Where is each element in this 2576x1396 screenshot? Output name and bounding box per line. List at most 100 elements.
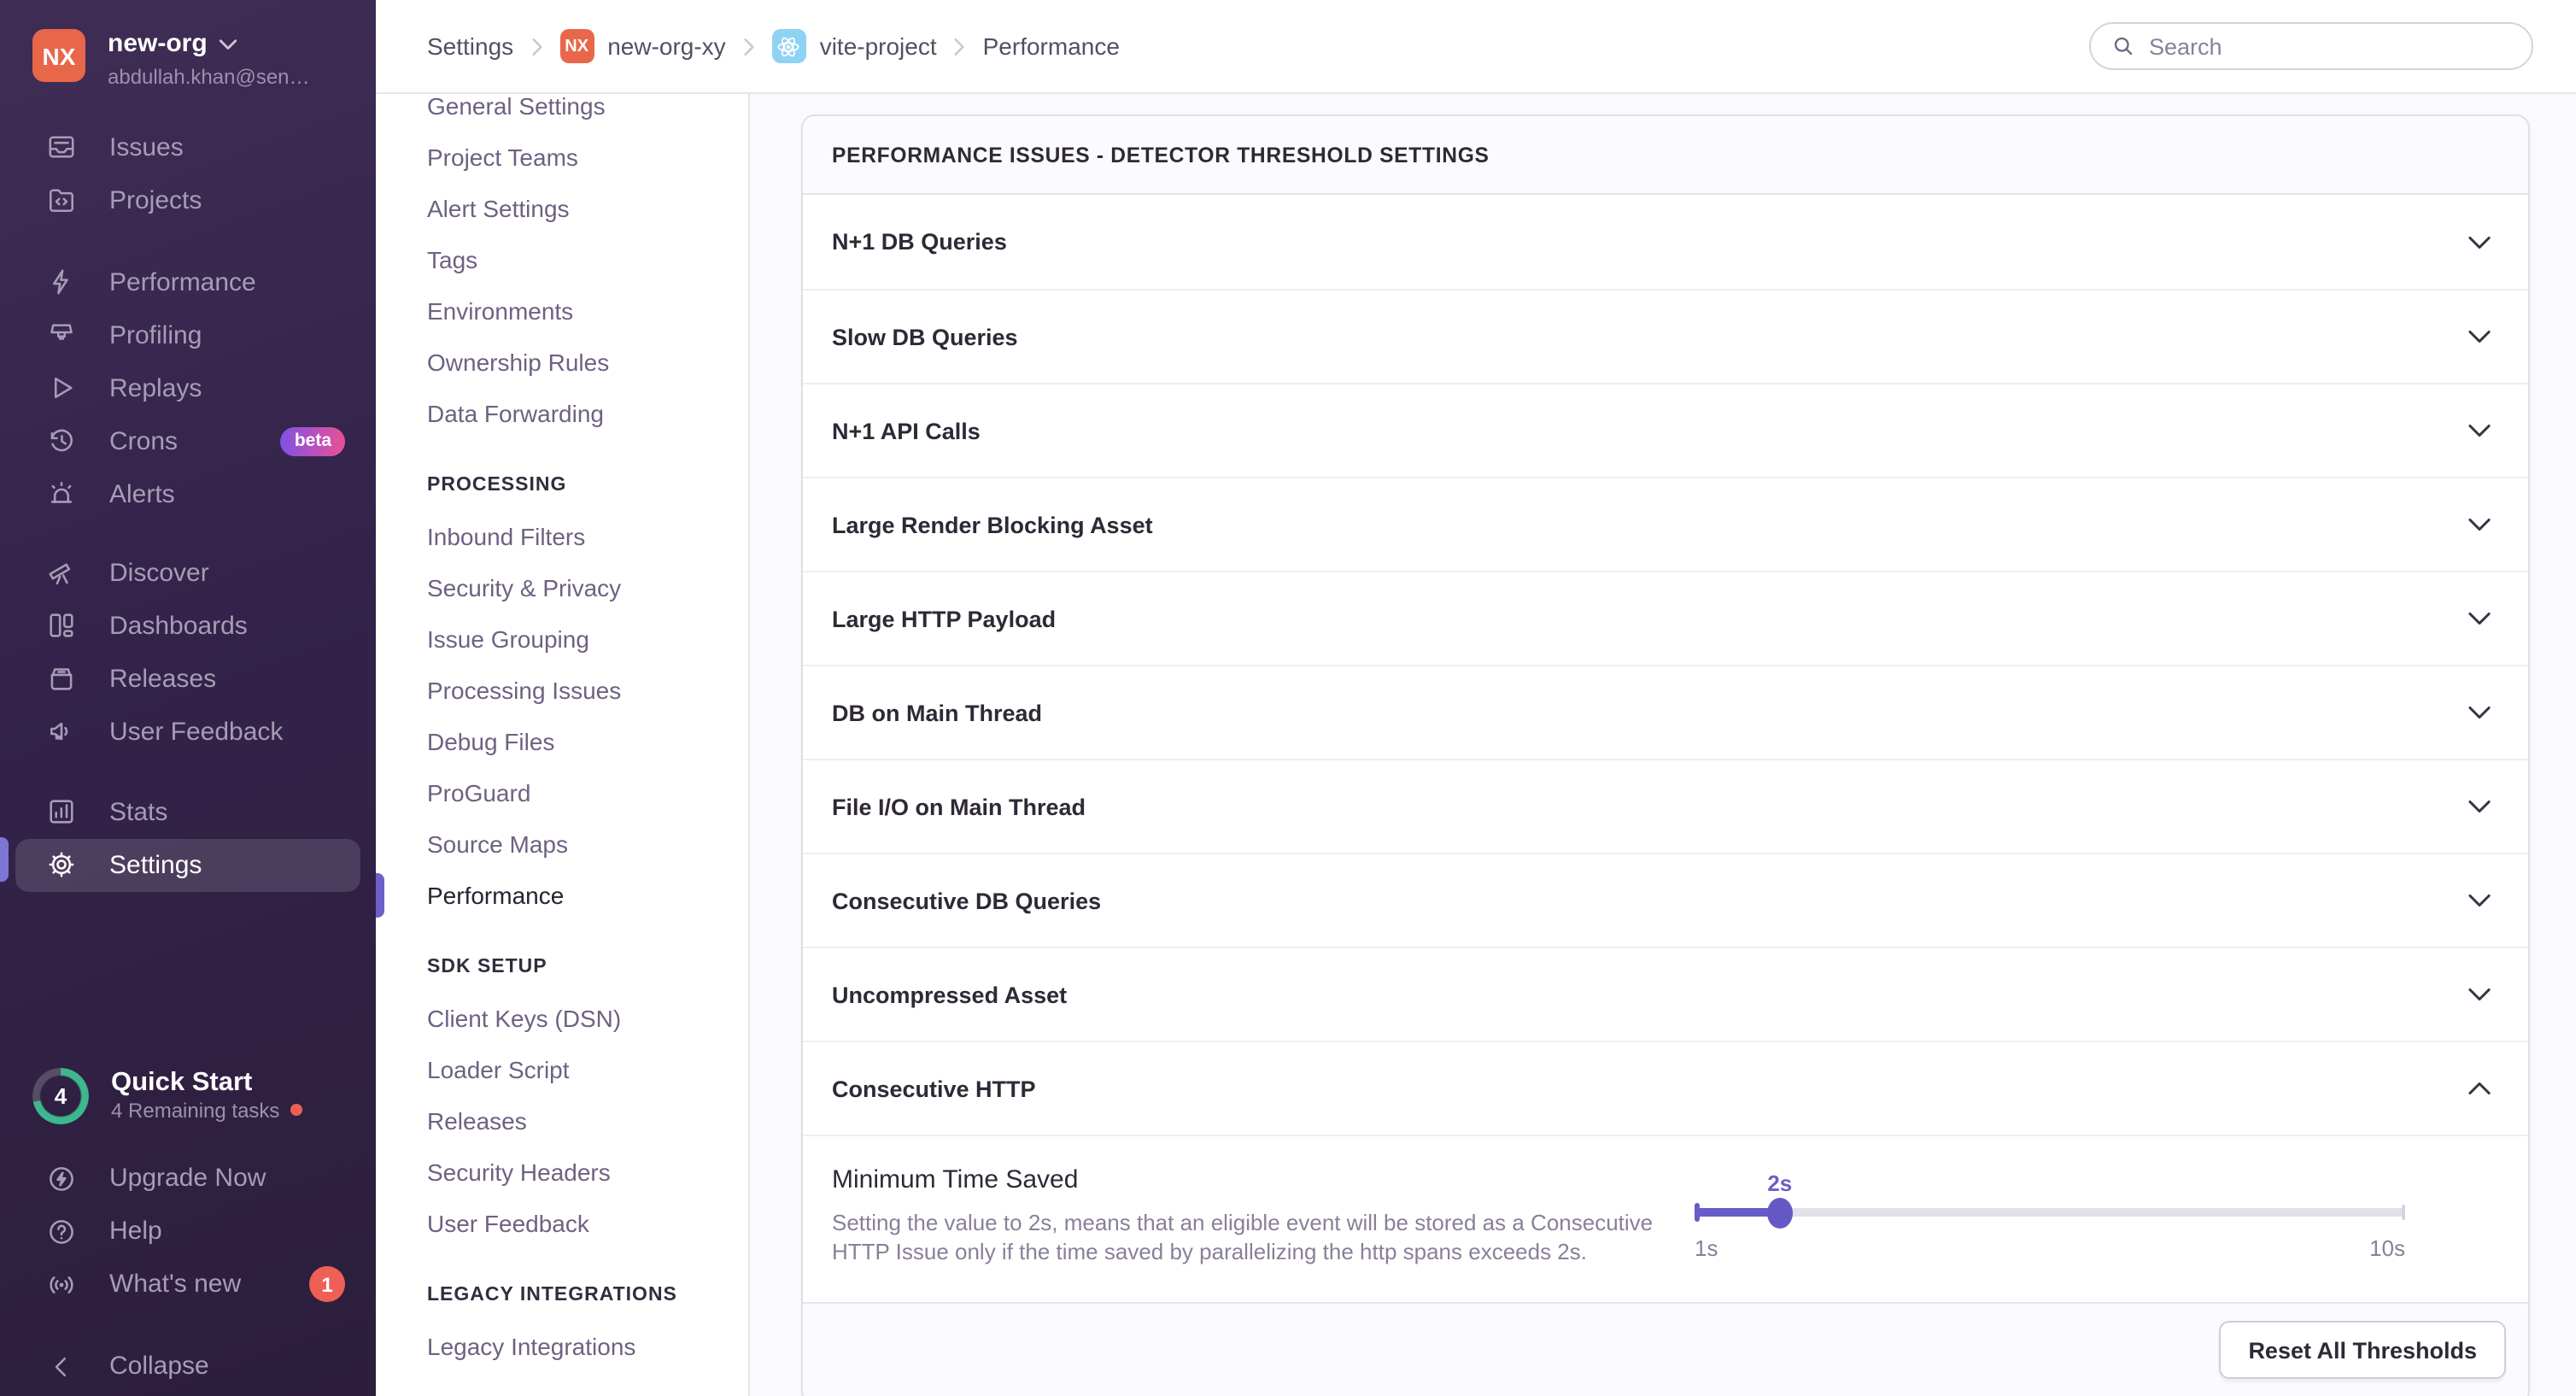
detector-row-consecutive-http[interactable]: Consecutive HTTP — [803, 1041, 2528, 1135]
slider-handle[interactable] — [1767, 1197, 1793, 1228]
sidebar-item-dashboards[interactable]: Dashboards — [15, 600, 360, 653]
settings-nav-section-legacy-integrations: LEGACY INTEGRATIONS — [376, 1270, 748, 1321]
settings-nav-item-environments[interactable]: Environments — [376, 285, 748, 337]
dashboards-icon — [46, 611, 77, 642]
detector-label: DB on Main Thread — [832, 700, 1042, 725]
detector-row-large-http-payload[interactable]: Large HTTP Payload — [803, 571, 2528, 665]
org-name-row[interactable]: new-org — [108, 29, 310, 62]
setting-description: Setting the value to 2s, means that an e… — [832, 1210, 1695, 1266]
settings-nav-item-releases[interactable]: Releases — [376, 1095, 748, 1147]
sidebar-item-label: Releases — [109, 665, 216, 694]
sidebar-item-alerts[interactable]: Alerts — [15, 468, 360, 521]
settings-nav-item-performance[interactable]: Performance — [376, 870, 748, 921]
detector-row-n1-api-calls[interactable]: N+1 API Calls — [803, 383, 2528, 477]
sidebar-item-settings[interactable]: Settings — [15, 839, 360, 892]
sidebar-item-profiling[interactable]: Profiling — [15, 309, 360, 362]
settings-nav-item-general-settings[interactable]: General Settings — [376, 94, 748, 132]
settings-nav-item-issue-grouping[interactable]: Issue Grouping — [376, 613, 748, 665]
settings-nav-label: Performance — [427, 882, 564, 909]
org-avatar: NX — [32, 29, 85, 82]
app: NX new-org abdullah.khan@sen… Issues Pro… — [0, 0, 2576, 1396]
sidebar-item-user-feedback[interactable]: User Feedback — [15, 706, 360, 759]
breadcrumb-project[interactable]: vite-project — [772, 29, 937, 63]
detector-row-file-io-on-main-thread[interactable]: File I/O on Main Thread — [803, 759, 2528, 853]
settings-nav-item-security-privacy[interactable]: Security & Privacy — [376, 562, 748, 613]
reset-all-thresholds-button[interactable]: Reset All Thresholds — [2219, 1321, 2506, 1379]
sidebar-item-label: User Feedback — [109, 718, 283, 747]
settings-nav-item-security-headers[interactable]: Security Headers — [376, 1147, 748, 1198]
settings-nav-item-user-feedback[interactable]: User Feedback — [376, 1198, 748, 1249]
sidebar-collapse-button[interactable]: Collapse — [15, 1340, 360, 1393]
sidebar-item-replays[interactable]: Replays — [15, 362, 360, 415]
sidebar-item-projects[interactable]: Projects — [15, 174, 360, 227]
detector-label: N+1 DB Queries — [832, 229, 1007, 255]
settings-nav-item-proguard[interactable]: ProGuard — [376, 767, 748, 818]
notification-dot — [290, 1105, 302, 1117]
settings-nav-item-processing-issues[interactable]: Processing Issues — [376, 665, 748, 716]
settings-nav-item-source-maps[interactable]: Source Maps — [376, 818, 748, 870]
settings-nav-item-project-teams[interactable]: Project Teams — [376, 132, 748, 183]
sidebar-footer: 4 Quick Start 4 Remaining tasks Upgrade … — [0, 1061, 376, 1393]
slider-max-label: 10s — [2369, 1235, 2405, 1261]
settings-nav-item-alert-settings[interactable]: Alert Settings — [376, 183, 748, 234]
search-box[interactable] — [2089, 22, 2533, 70]
chevron-down-icon — [220, 39, 238, 51]
search-input[interactable] — [2149, 33, 2511, 59]
settings-nav-item-inbound-filters[interactable]: Inbound Filters — [376, 511, 748, 562]
detector-row-large-render-blocking-asset[interactable]: Large Render Blocking Asset — [803, 477, 2528, 571]
breadcrumb-organization[interactable]: NX new-org-xy — [559, 29, 726, 63]
detector-row-slow-db-queries[interactable]: Slow DB Queries — [803, 289, 2528, 383]
sidebar-item-label: Replays — [109, 374, 202, 403]
sidebar-item-help[interactable]: Help — [15, 1205, 360, 1258]
slider-end-cap — [2401, 1205, 2405, 1220]
org-switcher[interactable]: NX new-org abdullah.khan@sen… — [0, 0, 376, 89]
chevron-down-icon — [2468, 424, 2491, 437]
settings-nav-item-ownership-rules[interactable]: Ownership Rules — [376, 337, 748, 388]
chevron-down-icon — [2468, 518, 2491, 531]
settings-nav-item-tags[interactable]: Tags — [376, 234, 748, 285]
detector-row-consecutive-db-queries[interactable]: Consecutive DB Queries — [803, 853, 2528, 947]
org-info: new-org abdullah.khan@sen… — [108, 29, 310, 89]
settings-nav-item-legacy-integrations[interactable]: Legacy Integrations — [376, 1321, 748, 1372]
sidebar-item-label: Discover — [109, 559, 209, 588]
sidebar-item-label: What's new — [109, 1270, 241, 1299]
breadcrumb-settings[interactable]: Settings — [427, 32, 513, 60]
settings-nav-item-data-forwarding[interactable]: Data Forwarding — [376, 388, 748, 439]
setting-text: Minimum Time Saved Setting the value to … — [832, 1165, 1695, 1302]
megaphone-icon — [46, 717, 77, 748]
breadcrumb-separator-icon — [530, 37, 542, 56]
quick-start-text: Quick Start 4 Remaining tasks — [111, 1068, 302, 1123]
slider-track[interactable] — [1695, 1208, 2405, 1217]
panel-footer: Reset All Thresholds — [803, 1302, 2528, 1396]
detector-threshold-panel: PERFORMANCE ISSUES - DETECTOR THRESHOLD … — [801, 114, 2530, 1396]
quick-start[interactable]: 4 Quick Start 4 Remaining tasks — [0, 1061, 376, 1129]
sidebar-item-crons[interactable]: Crons beta — [15, 415, 360, 468]
sidebar-item-releases[interactable]: Releases — [15, 653, 360, 706]
settings-nav-section-sdk-setup: SDK SETUP — [376, 941, 748, 993]
settings-nav-item-debug-files[interactable]: Debug Files — [376, 716, 748, 767]
issues-icon — [46, 132, 77, 163]
sidebar-item-label: Performance — [109, 268, 256, 297]
sidebar-item-performance[interactable]: Performance — [15, 256, 360, 309]
detector-row-db-on-main-thread[interactable]: DB on Main Thread — [803, 665, 2528, 759]
sidebar-item-issues[interactable]: Issues — [15, 121, 360, 174]
page-root: NX new-org abdullah.khan@sen… Issues Pro… — [0, 0, 2576, 1396]
settings-nav-item-client-keys[interactable]: Client Keys (DSN) — [376, 993, 748, 1044]
sidebar-item-label: Crons — [109, 427, 178, 456]
chevron-down-icon — [2468, 988, 2491, 1001]
siren-icon — [46, 479, 77, 510]
sidebar-item-whats-new[interactable]: What's new 1 — [15, 1258, 360, 1311]
settings-nav-item-loader-script[interactable]: Loader Script — [376, 1044, 748, 1095]
panel-title: PERFORMANCE ISSUES - DETECTOR THRESHOLD … — [803, 116, 2528, 195]
org-email: abdullah.khan@sen… — [108, 65, 310, 89]
sidebar-item-discover[interactable]: Discover — [15, 547, 360, 600]
chevron-left-icon — [46, 1351, 77, 1381]
breadcrumb-separator-icon — [743, 37, 755, 56]
detector-row-n1-db-queries[interactable]: N+1 DB Queries — [803, 195, 2528, 289]
settings-sidebar: General Settings Project Teams Alert Set… — [376, 94, 750, 1396]
sidebar-item-upgrade-now[interactable]: Upgrade Now — [15, 1152, 360, 1205]
upgrade-icon — [46, 1163, 77, 1194]
detector-row-uncompressed-asset[interactable]: Uncompressed Asset — [803, 947, 2528, 1041]
sidebar-item-stats[interactable]: Stats — [15, 786, 360, 839]
workspace: General Settings Project Teams Alert Set… — [376, 94, 2576, 1396]
